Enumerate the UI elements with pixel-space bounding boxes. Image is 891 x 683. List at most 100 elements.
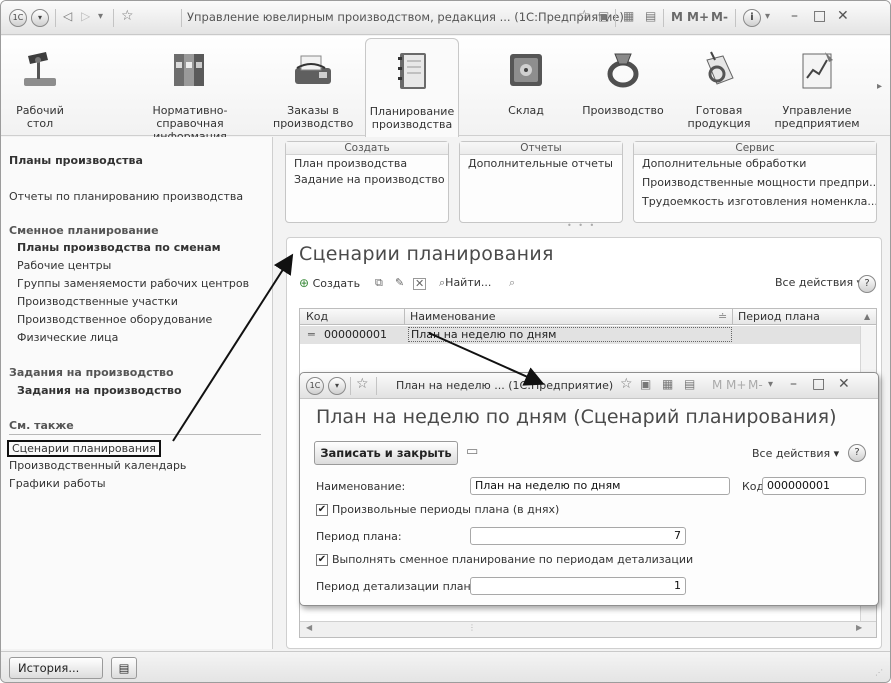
minimize-icon[interactable]: – <box>791 8 798 24</box>
nav-work-schedules[interactable]: Графики работы <box>9 477 106 490</box>
calendar-icon[interactable]: ▤ <box>645 9 656 23</box>
nav-production-plans[interactable]: Планы производства <box>9 154 143 167</box>
calculator-icon[interactable]: ▦ <box>623 9 634 23</box>
delete-mark-icon[interactable]: ✕ <box>413 278 427 290</box>
all-actions-button[interactable]: Все действия ▾ <box>775 276 862 289</box>
history-dropdown-icon[interactable]: ▾ <box>98 11 103 22</box>
dialog-all-actions-button[interactable]: Все действия ▾ <box>752 447 839 460</box>
plan-period-label: Период плана: <box>316 530 402 543</box>
memory-mplus-button[interactable]: M+ <box>687 10 709 24</box>
section-finished-goods[interactable]: Готовая продукция <box>681 36 757 136</box>
nav-planning-reports[interactable]: Отчеты по планированию производства <box>9 190 243 203</box>
bookmark-icon[interactable]: ▣ <box>640 377 651 391</box>
command-group-header: Создать <box>286 142 448 155</box>
column-period[interactable]: Период плана <box>738 310 820 323</box>
memory-m-button[interactable]: M <box>712 378 722 392</box>
favorite-star-icon[interactable]: ☆ <box>356 376 369 392</box>
cmd-additional-processing[interactable]: Дополнительные обработки <box>634 155 876 172</box>
save-and-close-button[interactable]: Записать и закрыть <box>314 441 458 465</box>
close-icon[interactable]: ✕ <box>837 8 849 24</box>
close-icon[interactable]: ✕ <box>838 376 850 392</box>
favorite-add-icon[interactable]: ☆ <box>578 8 591 24</box>
calculator-icon[interactable]: ▦ <box>662 377 673 391</box>
section-desktop[interactable]: Рабочий стол <box>9 36 71 136</box>
scroll-left-icon[interactable]: ◀ <box>306 623 312 632</box>
dialog-menu-icon[interactable]: ▾ <box>328 377 346 395</box>
history-button[interactable]: История... <box>9 657 103 679</box>
dialog-dropdown-icon[interactable]: ▾ <box>768 379 773 390</box>
scroll-up-icon[interactable]: ▲ <box>864 312 870 321</box>
memory-mplus-button[interactable]: M+ <box>726 378 746 392</box>
forward-arrow-icon[interactable]: ▷ <box>81 9 90 23</box>
nav-individuals[interactable]: Физические лица <box>17 331 118 344</box>
minimize-icon[interactable]: – <box>790 376 797 392</box>
column-code[interactable]: Код <box>306 310 328 323</box>
help-icon[interactable]: ? <box>858 275 876 293</box>
name-label: Наименование: <box>316 480 406 493</box>
section-reference-info[interactable]: Нормативно-справочная информация <box>119 36 261 143</box>
edit-pencil-icon[interactable]: ✎ <box>395 276 404 289</box>
find-button[interactable]: ⌕Найти... <box>439 276 491 290</box>
resize-grip-icon[interactable]: ⋰ <box>875 668 883 677</box>
save-disk-icon[interactable]: ▭ <box>466 444 478 459</box>
nav-planning-scenarios[interactable]: Сценарии планирования <box>7 440 161 457</box>
splitter-grip-icon[interactable]: • • • <box>567 221 596 230</box>
code-input[interactable]: 000000001 <box>762 477 866 495</box>
nav-interchange-groups[interactable]: Группы заменяемости рабочих центров <box>17 277 249 290</box>
nav-production-sections[interactable]: Производственные участки <box>17 295 178 308</box>
memory-m-button[interactable]: M <box>671 10 683 24</box>
dialog-help-icon[interactable]: ? <box>848 444 866 462</box>
dialog-logo-icon[interactable]: 1С <box>306 377 324 395</box>
cell-name[interactable]: План на неделю по дням <box>408 327 732 342</box>
nav-equipment[interactable]: Производственное оборудование <box>17 313 212 326</box>
calendar-icon[interactable]: ▤ <box>684 377 695 391</box>
create-button[interactable]: ⊕ Создать <box>299 276 360 290</box>
section-planning[interactable]: Планирование производства <box>365 38 459 137</box>
scroll-right-icon[interactable]: ▶ <box>856 623 862 632</box>
info-icon[interactable]: i <box>743 9 761 27</box>
bookmark-icon[interactable]: ▣ <box>598 9 609 23</box>
nav-production-calendar[interactable]: Производственный календарь <box>9 459 186 472</box>
arbitrary-periods-checkbox[interactable]: ✔ <box>316 504 328 516</box>
back-arrow-icon[interactable]: ◁ <box>63 9 72 23</box>
cell-code[interactable]: 000000001 <box>324 328 387 341</box>
horizontal-scrollbar[interactable]: ◀ ⋮ ▶ <box>300 621 876 637</box>
section-orders[interactable]: Заказы в производство <box>273 36 353 136</box>
scroll-thumb-grip[interactable]: ⋮ <box>468 623 476 632</box>
column-name[interactable]: Наименование <box>410 310 495 323</box>
cmd-additional-reports[interactable]: Дополнительные отчеты <box>460 155 622 172</box>
info-dropdown-icon[interactable]: ▾ <box>765 11 770 22</box>
menu-dropdown-icon[interactable]: ▾ <box>31 9 49 27</box>
table-row[interactable]: ═ 000000001 План на неделю по дням <box>300 326 860 344</box>
shift-planning-checkbox[interactable]: ✔ <box>316 554 328 566</box>
cmd-labor-intensity[interactable]: Трудоемкость изготовления номенкла... <box>634 193 876 210</box>
row-item-icon: ═ <box>308 328 315 341</box>
messages-icon[interactable]: ▤ <box>111 657 137 679</box>
detail-period-input[interactable]: 1 <box>470 577 686 595</box>
favorite-star-icon[interactable]: ☆ <box>121 8 134 24</box>
favorite-add-icon[interactable]: ☆ <box>620 376 633 392</box>
all-actions-label: Все действия <box>752 447 831 460</box>
section-production[interactable]: Производство <box>575 36 671 136</box>
maximize-icon[interactable]: □ <box>813 8 826 24</box>
plan-period-input[interactable]: 7 <box>470 527 686 545</box>
toolbar-separator <box>181 9 182 27</box>
app-logo-icon[interactable]: 1С <box>9 9 27 27</box>
cancel-search-icon[interactable]: ⌕ <box>509 276 515 290</box>
nav-shift-plans[interactable]: Планы производства по сменам <box>17 241 221 254</box>
name-input[interactable]: План на неделю по дням <box>470 477 730 495</box>
copy-icon[interactable]: ⧉ <box>375 276 383 290</box>
maximize-icon[interactable]: □ <box>812 376 825 392</box>
sections-scroll-right-icon[interactable]: ▸ <box>877 81 882 92</box>
sort-icon[interactable]: ≐ <box>718 310 727 323</box>
section-management[interactable]: Управление предприятием <box>771 36 863 136</box>
cmd-create-production-plan[interactable]: План производства <box>286 155 448 172</box>
nav-production-tasks[interactable]: Задания на производство <box>17 384 182 397</box>
cmd-production-capacity[interactable]: Производственные мощности предпри... <box>634 174 876 191</box>
memory-mminus-button[interactable]: M- <box>711 10 728 24</box>
cmd-create-production-task[interactable]: Задание на производство <box>286 171 448 188</box>
command-group-create: Создать План производства Задание на про… <box>285 141 449 223</box>
section-warehouse[interactable]: Склад <box>491 36 561 136</box>
memory-mminus-button[interactable]: M- <box>748 378 763 392</box>
nav-work-centers[interactable]: Рабочие центры <box>17 259 111 272</box>
